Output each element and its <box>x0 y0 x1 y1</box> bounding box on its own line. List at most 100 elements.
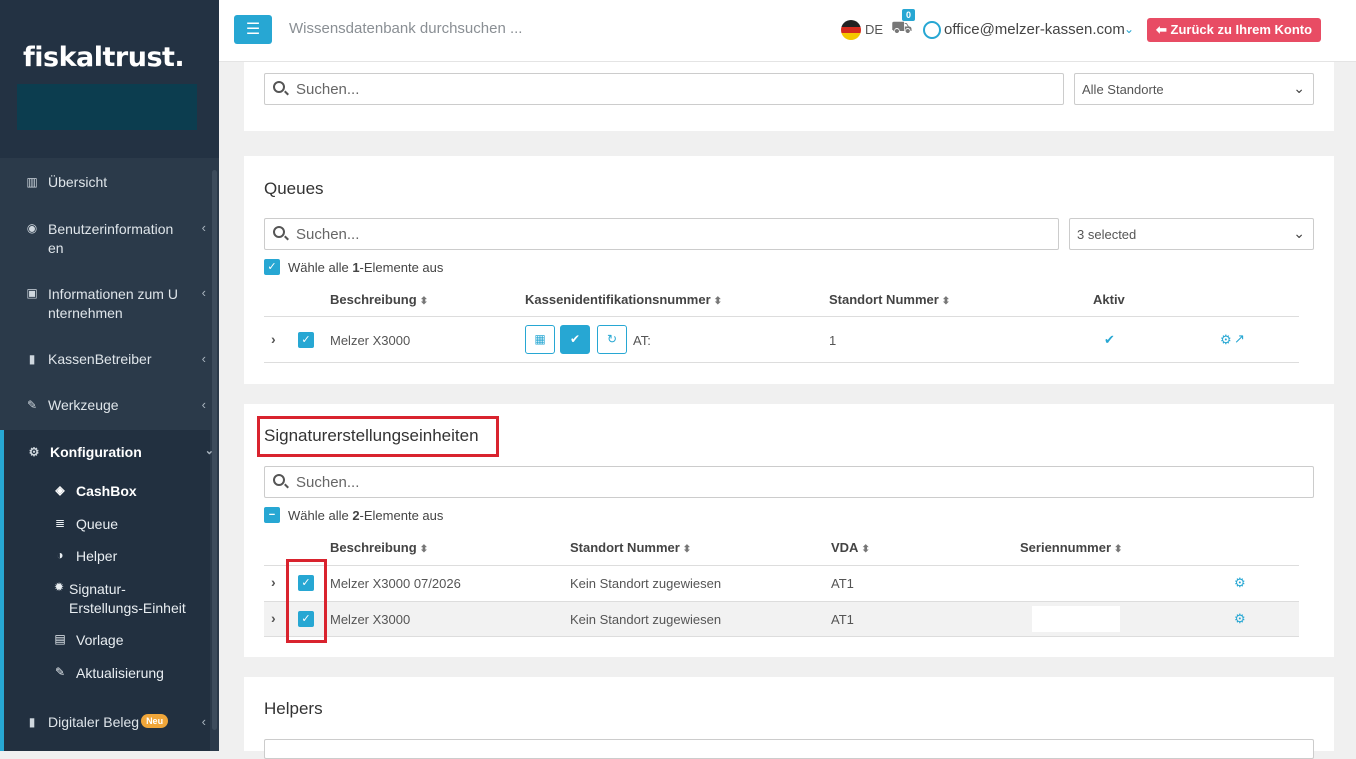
select-all-checkbox[interactable]: − <box>264 507 280 523</box>
sidebar-subitem-cashbox[interactable]: ◈ CashBox <box>52 483 137 499</box>
sidebar-scrollbar[interactable] <box>212 170 217 730</box>
sidebar-item-kassenbetreiber[interactable]: ▮ KassenBetreiber ‹ <box>24 351 234 367</box>
chevron-down-icon: ⌄ <box>1293 225 1305 241</box>
sidebar-subitem-signatur[interactable]: ✹ Signatur- Erstellungs-Einheit <box>52 580 186 618</box>
gear-icon[interactable]: ⚙ <box>1234 611 1246 627</box>
chevron-down-icon: ⌄ <box>1293 80 1305 96</box>
column-header-beschreibung[interactable]: Beschreibung ⬍ <box>330 292 428 307</box>
select-all-post: -Elemente aus <box>359 508 444 523</box>
sidebar-item-label-cont: en <box>48 240 64 256</box>
sort-icon: ⬍ <box>419 544 429 555</box>
user-email-menu[interactable]: office@melzer-kassen.com <box>944 21 1125 38</box>
column-header-label: Seriennummer <box>1020 540 1112 555</box>
expand-row-icon[interactable]: › <box>271 610 276 626</box>
sort-icon: ⬍ <box>419 296 429 307</box>
location-select[interactable]: Alle Standorte ⌄ <box>1074 73 1314 105</box>
divider <box>264 565 1299 566</box>
sidebar-item-label-cont: nternehmen <box>48 305 123 321</box>
sse-search-input[interactable]: Suchen... <box>264 466 1314 498</box>
select-all-pre: Wähle alle <box>288 508 353 523</box>
search-placeholder: Suchen... <box>296 81 360 98</box>
gear-icon[interactable]: ⚙ <box>1220 332 1232 348</box>
check-icon: ✔ <box>569 332 581 346</box>
logo-banner <box>17 84 197 130</box>
sidebar-item-label: Informationen zum U <box>48 286 178 302</box>
row-checkbox[interactable]: ✓ <box>298 332 314 348</box>
cube-icon: ◈ <box>55 483 65 497</box>
serial-redacted <box>1032 606 1120 632</box>
logo[interactable]: fiskaltrust. <box>23 42 185 73</box>
back-to-account-button[interactable]: ⬅ Zurück zu Ihrem Konto <box>1147 18 1322 42</box>
column-header-seriennummer[interactable]: Seriennummer ⬍ <box>1020 540 1122 555</box>
location-search-input[interactable]: Suchen... <box>264 73 1064 105</box>
sidebar-subitem-queue[interactable]: ≣ Queue <box>52 516 118 532</box>
refresh-icon: ↻ <box>606 332 618 346</box>
sidebar-item-label: Konfiguration <box>50 444 142 460</box>
confirm-button[interactable]: ✔ <box>560 325 590 354</box>
panel-title: Helpers <box>264 699 323 718</box>
chevron-left-icon: ‹ <box>201 351 206 366</box>
expand-row-icon[interactable]: › <box>271 574 276 590</box>
file-icon: ▤ <box>54 632 66 646</box>
user-circle-icon: ◉ <box>26 221 38 235</box>
select-all-checkbox[interactable]: ✓ <box>264 259 280 275</box>
sidebar-subitem-label: CashBox <box>76 483 137 499</box>
select-all-count: 1 <box>352 260 360 275</box>
refresh-button[interactable]: ↻ <box>597 325 627 354</box>
sidebar-item-uebersicht[interactable]: ▥ Übersicht <box>24 174 234 190</box>
queue-beschreibung: Melzer X3000 <box>330 333 411 348</box>
briefcase-icon: ▣ <box>26 286 38 300</box>
sidebar-item-label-wrap: Benutzerinformation en <box>48 220 173 258</box>
sidebar-subitem-label: Queue <box>76 516 119 532</box>
half-circle-icon: ◑ <box>56 548 64 562</box>
sort-icon: ⬍ <box>861 544 870 555</box>
queues-search-input[interactable]: Suchen... <box>264 218 1059 250</box>
column-header-standort[interactable]: Standort Nummer ⬍ <box>829 292 950 307</box>
queues-filter-select[interactable]: 3 selected ⌄ <box>1069 218 1314 250</box>
sidebar-subitem-label-wrap: Signatur- Erstellungs-Einheit <box>69 580 186 618</box>
column-header-vda[interactable]: VDA ⬍ <box>831 540 870 555</box>
divider <box>264 316 1299 317</box>
search-placeholder: Suchen... <box>296 226 360 243</box>
sidebar-subitem-label: Aktualisierung <box>76 665 164 681</box>
sidebar-item-benutzerinformation[interactable]: ◉ Benutzerinformation en ‹ <box>24 220 234 258</box>
sse-standort: Kein Standort zugewiesen <box>570 612 722 627</box>
chevron-left-icon: ‹ <box>201 220 206 235</box>
user-icon[interactable] <box>923 21 941 39</box>
knowledge-search-input[interactable]: Wissensdatenbank durchsuchen ... <box>289 20 522 37</box>
search-icon <box>273 474 285 486</box>
chevron-left-icon: ‹ <box>201 714 206 729</box>
active-section-bar <box>0 430 4 751</box>
cart-icon[interactable]: ⛟ <box>891 18 912 40</box>
flag-stripe-red <box>841 26 861 34</box>
sidebar-item-werkzeuge[interactable]: ✎ Werkzeuge ‹ <box>24 397 234 413</box>
external-link-icon[interactable]: ↗ <box>1234 331 1245 347</box>
column-header-beschreibung[interactable]: Beschreibung ⬍ <box>330 540 428 555</box>
sidebar-subitem-aktualisierung[interactable]: ✎ Aktualisierung <box>52 665 164 681</box>
gear-icon[interactable]: ⚙ <box>1234 575 1246 591</box>
language-label[interactable]: DE <box>865 22 883 37</box>
sidebar-subitem-label-cont: Erstellungs-Einheit <box>69 600 186 616</box>
sidebar-item-label: KassenBetreiber <box>48 351 152 367</box>
german-flag-icon[interactable] <box>841 20 861 40</box>
sidebar-subitem-helper[interactable]: ◑ Helper <box>52 548 117 564</box>
search-placeholder: Suchen... <box>296 474 360 491</box>
helpers-search-input[interactable] <box>264 739 1314 759</box>
select-all-pre: Wähle alle <box>288 260 353 275</box>
panel-title: Queues <box>264 179 324 198</box>
sidebar-item-informationen-unternehmen[interactable]: ▣ Informationen zum U nternehmen ‹ <box>24 285 234 323</box>
qr-code-button[interactable]: ▦ <box>525 325 555 354</box>
queue-kassen-id: AT: <box>633 333 651 348</box>
sidebar-subitem-vorlage[interactable]: ▤ Vorlage <box>52 632 123 648</box>
chevron-down-icon[interactable]: ⌄ <box>1124 22 1134 36</box>
menu-toggle-button[interactable]: ☰ <box>234 15 272 44</box>
logo-area: fiskaltrust. <box>0 0 219 158</box>
expand-row-icon[interactable]: › <box>271 331 276 347</box>
highlight-box-checkboxes <box>286 559 327 643</box>
sidebar-item-digitaler-beleg[interactable]: ▮ Digitaler Beleg Neu ‹ <box>24 714 234 730</box>
column-header-standort[interactable]: Standort Nummer ⬍ <box>570 540 691 555</box>
sidebar-item-konfiguration[interactable]: ⚙ Konfiguration ⌄ <box>26 444 236 460</box>
sidebar-item-label: Werkzeuge <box>48 397 119 413</box>
column-header-kassenid[interactable]: Kassenidentifikationsnummer ⬍ <box>525 292 722 307</box>
select-value: 3 selected <box>1077 227 1137 242</box>
